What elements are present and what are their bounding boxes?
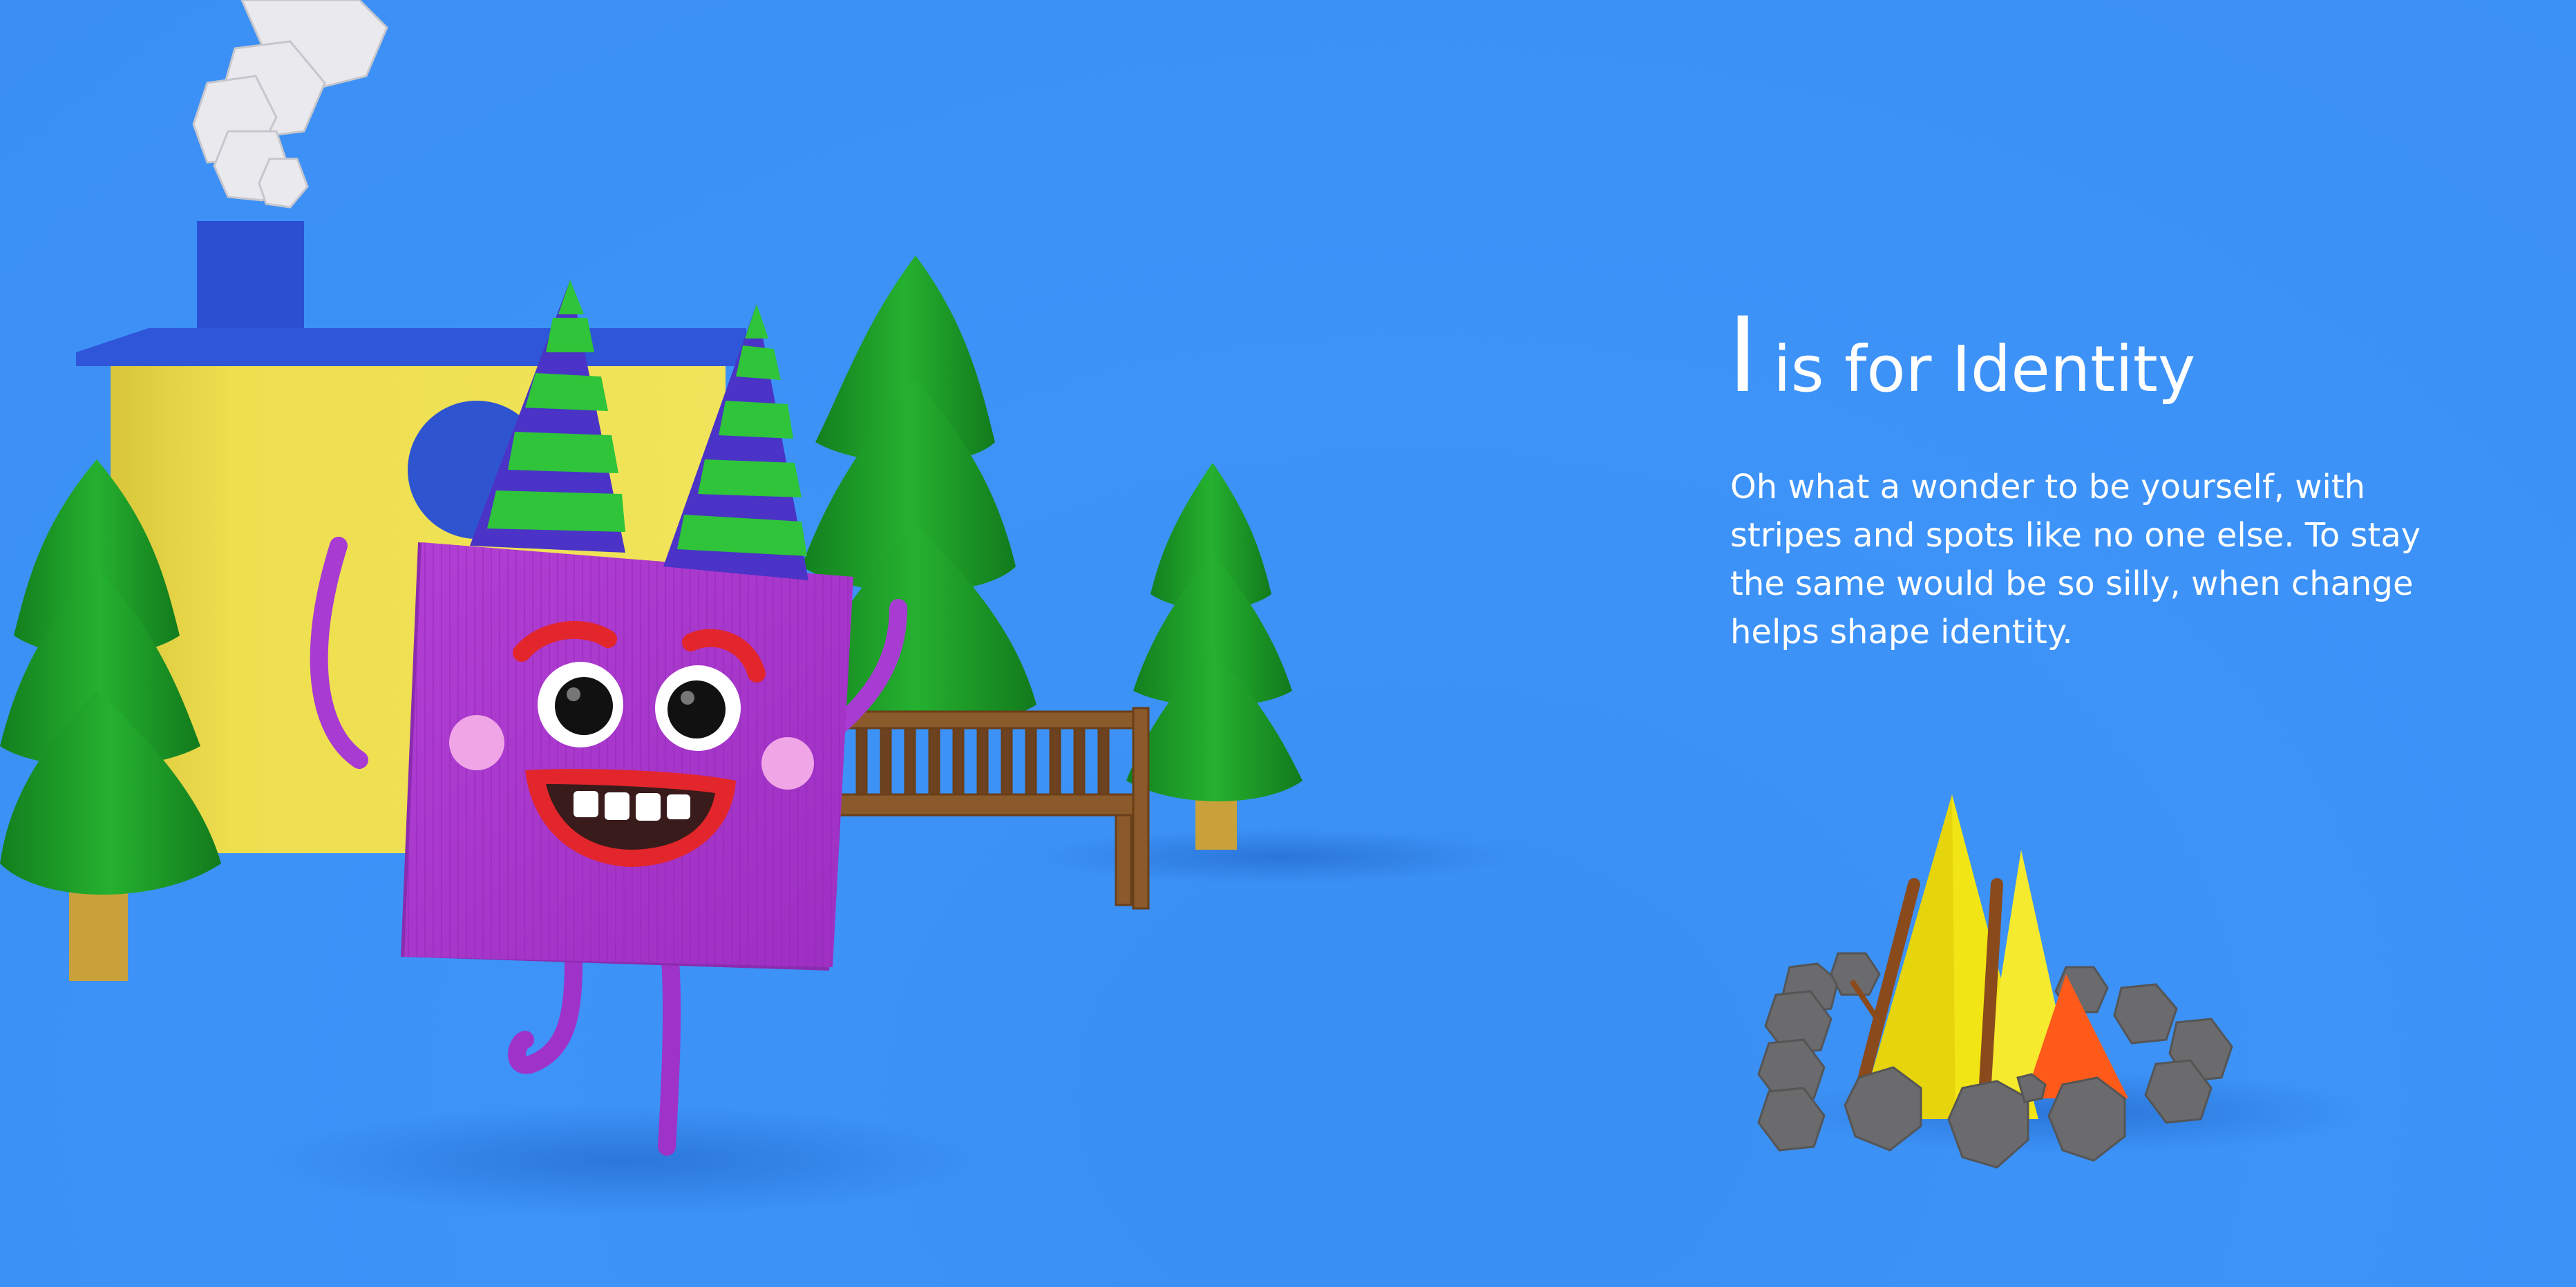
character-shadow (263, 1105, 981, 1216)
pine-tree-right (1126, 463, 1303, 850)
heading-title: is for Identity (1773, 332, 2196, 406)
story-paragraph: Oh what a wonder to be yourself, with st… (1730, 468, 2421, 651)
wooden-bench (828, 707, 1150, 910)
page-heading: Iis for Identity (1727, 304, 2453, 408)
story-text: Iis for Identity Oh what a wonder to be … (1727, 304, 2453, 656)
smoke-puffs (192, 0, 388, 209)
purple-square-character (401, 542, 853, 971)
heading-letter: I (1727, 296, 1758, 416)
character-left-leg (508, 951, 583, 1074)
character-right-leg (658, 951, 681, 1156)
book-page: Iis for Identity Oh what a wonder to be … (0, 0, 2576, 1287)
